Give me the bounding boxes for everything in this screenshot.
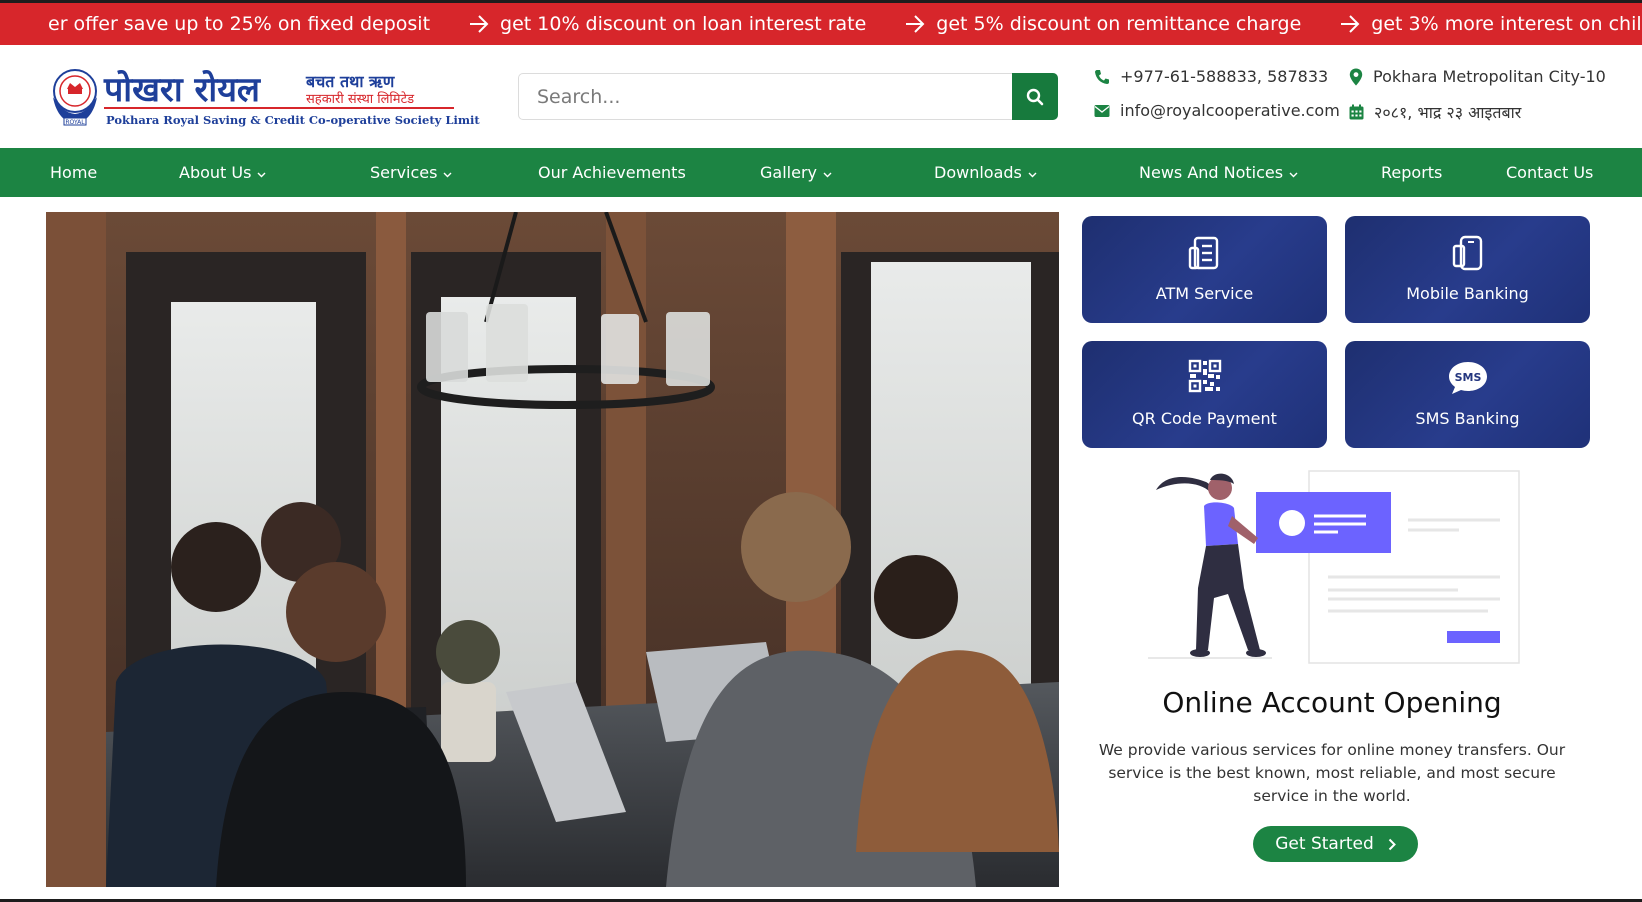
chevron-right-icon (1388, 838, 1396, 850)
tile-label: ATM Service (1155, 284, 1254, 303)
site-logo[interactable]: ROYAL पोखरा रोयल बचत तथा ऋण सहकारी संस्थ… (50, 67, 495, 131)
nav-our-achievements[interactable]: Our Achievements (538, 148, 686, 197)
arrow-right-icon (906, 15, 925, 33)
phone-text: +977-61-588833, 587833 (1120, 67, 1329, 86)
atm-icon (1188, 236, 1218, 270)
contact-date: २०८१, भाद्र २३ आइतबार (1349, 101, 1521, 123)
nav-gallery[interactable]: Gallery (760, 148, 832, 197)
logo-graphic: ROYAL पोखरा रोयल बचत तथा ऋण सहकारी संस्थ… (53, 69, 495, 127)
arrow-right-icon (1341, 15, 1360, 33)
online-account-title: Online Account Opening (1162, 686, 1502, 719)
nav-label: Home (50, 163, 98, 182)
brand-sub-devanagari-1: बचत तथा ऋण (305, 72, 396, 91)
email-icon (1094, 104, 1110, 117)
brand-name-devanagari: पोखरा रोयल (103, 69, 262, 110)
nav-label: Contact Us (1506, 163, 1594, 182)
get-started-button[interactable]: Get Started (1253, 826, 1418, 862)
chevron-down-icon (257, 172, 266, 177)
nav-label: Our Achievements (538, 163, 686, 182)
chevron-down-icon (1028, 172, 1037, 177)
hero-photo-illustration (46, 212, 1059, 887)
chevron-down-icon (443, 172, 452, 177)
ticker-text: er offer save up to 25% on fixed deposit (48, 13, 431, 35)
search-input[interactable] (519, 74, 1013, 119)
tile-label: SMS Banking (1415, 409, 1520, 428)
chevron-down-icon (1289, 172, 1298, 177)
search-button[interactable] (1012, 73, 1058, 120)
date-text: २०८१, भाद्र २३ आइतबार (1374, 103, 1522, 122)
nav-label: Reports (1381, 163, 1443, 182)
hero-image (46, 212, 1059, 887)
ticker-item: get 5% discount on remittance charge (866, 13, 1301, 35)
nav-label: About Us (179, 163, 252, 182)
svg-text:SMS: SMS (1454, 371, 1481, 384)
calendar-icon (1349, 104, 1364, 120)
phone-icon (1095, 69, 1109, 84)
nav-contact-us[interactable]: Contact Us (1506, 148, 1593, 197)
mobile-banking-tile[interactable]: Mobile Banking (1345, 216, 1590, 323)
contact-address: Pokhara Metropolitan City-10 (1349, 67, 1606, 86)
qr-code-icon (1188, 359, 1221, 393)
contact-email[interactable]: info@royalcooperative.com (1094, 101, 1340, 120)
arrow-right-icon (470, 15, 489, 33)
brand-sub-devanagari-2: सहकारी संस्था लिमिटेड (306, 91, 415, 107)
tile-label: Mobile Banking (1406, 284, 1529, 303)
location-pin-icon (1349, 68, 1363, 85)
ticker-item: get 3% more interest on child saving acc (1301, 13, 1642, 35)
chevron-down-icon (823, 172, 832, 177)
qr-code-payment-tile[interactable]: QR Code Payment (1082, 341, 1327, 448)
atm-service-tile[interactable]: ATM Service (1082, 216, 1327, 323)
brand-name-english: Pokhara Royal Saving & Credit Co-operati… (106, 113, 480, 127)
get-started-label: Get Started (1275, 834, 1374, 854)
ticker-item: er offer save up to 25% on fixed deposit (48, 13, 430, 35)
site-header: ROYAL पोखरा रोयल बचत तथा ऋण सहकारी संस्थ… (0, 45, 1642, 148)
nav-about-us[interactable]: About Us (179, 148, 266, 197)
ticker-text: get 5% discount on remittance charge (936, 13, 1302, 35)
emblem-text: ROYAL (65, 119, 85, 126)
search-icon (1026, 88, 1044, 105)
online-account-description: We provide various services for online m… (1098, 741, 1566, 805)
nav-news-and-notices[interactable]: News And Notices (1139, 148, 1298, 197)
email-text: info@royalcooperative.com (1120, 101, 1340, 120)
online-account-illustration (1148, 468, 1522, 670)
nav-label: News And Notices (1139, 163, 1284, 182)
nav-label: Services (370, 163, 438, 182)
tile-label: QR Code Payment (1132, 409, 1277, 428)
ticker-text: get 3% more interest on child saving acc (1371, 13, 1642, 35)
main-nav: Home About Us Services Our Achievements … (0, 148, 1642, 197)
address-text: Pokhara Metropolitan City-10 (1373, 67, 1606, 86)
sms-banking-tile[interactable]: SMS SMS Banking (1345, 341, 1590, 448)
nav-downloads[interactable]: Downloads (934, 148, 1037, 197)
ticker-item: get 10% discount on loan interest rate (430, 13, 866, 35)
ticker-track: er offer save up to 25% on fixed deposit… (48, 3, 1642, 45)
nav-label: Downloads (934, 163, 1022, 182)
nav-reports[interactable]: Reports (1381, 148, 1442, 197)
offer-ticker: er offer save up to 25% on fixed deposit… (0, 0, 1642, 45)
contact-phone[interactable]: +977-61-588833, 587833 (1094, 67, 1328, 86)
sms-icon: SMS (1448, 362, 1487, 394)
nav-home[interactable]: Home (50, 148, 97, 197)
nav-services[interactable]: Services (370, 148, 452, 197)
mobile-icon (1452, 235, 1482, 271)
ticker-text: get 10% discount on loan interest rate (500, 13, 867, 35)
nav-label: Gallery (760, 163, 817, 182)
search-bar (518, 73, 1058, 120)
